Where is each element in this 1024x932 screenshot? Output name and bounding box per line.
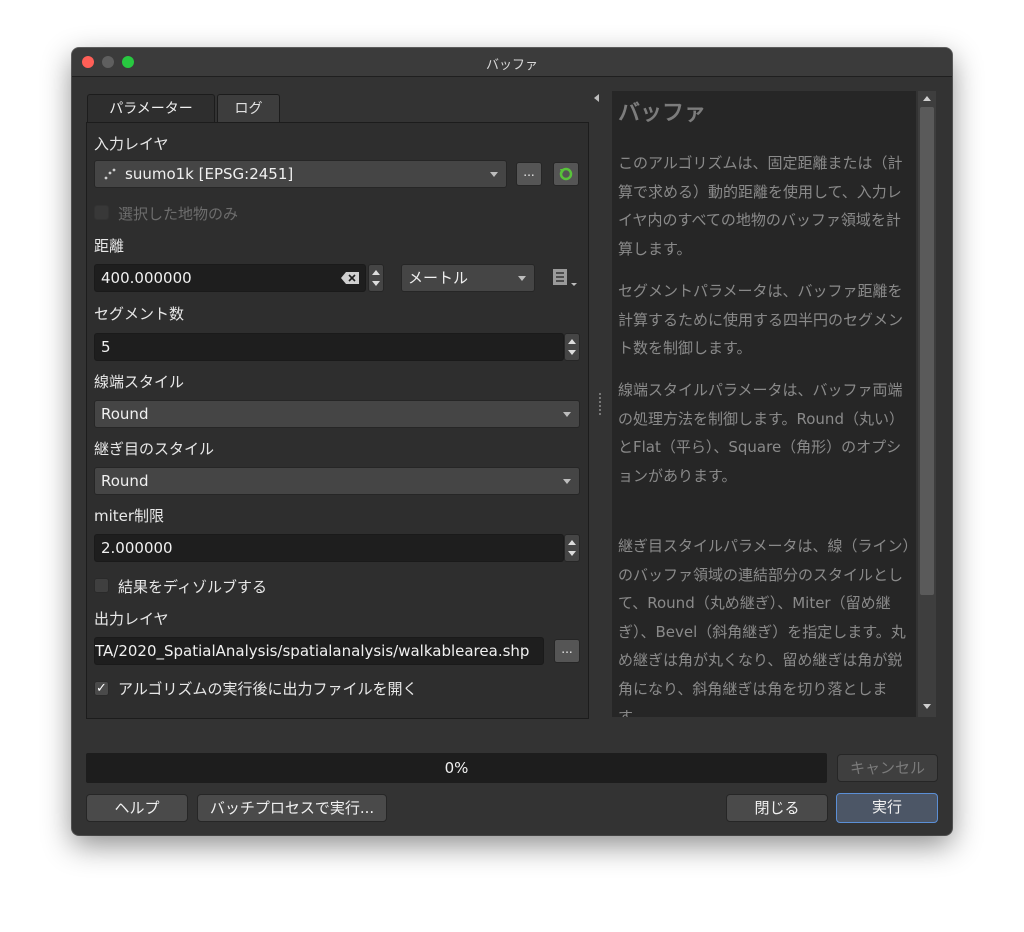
end-cap-style-label: 線端スタイル bbox=[94, 373, 185, 391]
clear-icon[interactable] bbox=[341, 272, 359, 284]
scroll-up-icon[interactable] bbox=[923, 96, 931, 101]
help-panel: バッファ このアルゴリズムは、固定距離または（計算で求める）動的距離を使用して、… bbox=[612, 91, 916, 717]
segments-label: セグメント数 bbox=[94, 305, 185, 323]
distance-stepper[interactable] bbox=[368, 264, 384, 292]
output-layer-input[interactable]: TA/2020_SpatialAnalysis/spatialanalysis/… bbox=[94, 637, 544, 665]
end-cap-style-value: Round bbox=[101, 405, 149, 423]
scroll-down-icon[interactable] bbox=[923, 704, 931, 709]
chevron-down-icon bbox=[490, 172, 498, 177]
step-down-icon[interactable] bbox=[372, 281, 380, 286]
output-layer-label: 出力レイヤ bbox=[94, 610, 169, 628]
step-down-icon[interactable] bbox=[568, 350, 576, 355]
help-scrollbar[interactable] bbox=[918, 91, 936, 717]
end-cap-style-combo[interactable]: Round bbox=[94, 400, 580, 428]
distance-input[interactable]: 400.000000 bbox=[94, 264, 366, 292]
window-title: バッファ bbox=[485, 58, 538, 73]
dissolve-label: 結果をディゾルブする bbox=[118, 578, 267, 596]
selected-only-label: 選択した地物のみ bbox=[118, 205, 239, 223]
distance-value: 400.000000 bbox=[101, 269, 192, 287]
input-layer-browse-button[interactable]: ... bbox=[516, 162, 542, 186]
help-title: バッファ bbox=[618, 101, 707, 126]
help-paragraph: 継ぎ目スタイルパラメータは、線（ライン）のバッファ領域の連結部分のスタイルとして… bbox=[618, 537, 911, 717]
tab-log[interactable]: ログ bbox=[217, 94, 280, 123]
segments-value: 5 bbox=[101, 338, 111, 356]
distance-unit-combo[interactable]: メートル bbox=[401, 264, 535, 292]
step-down-icon[interactable] bbox=[568, 551, 576, 556]
close-button[interactable]: 閉じる bbox=[726, 794, 828, 822]
run-button[interactable]: 実行 bbox=[836, 793, 938, 823]
distance-label: 距離 bbox=[94, 237, 125, 255]
step-up-icon[interactable] bbox=[568, 540, 576, 545]
step-up-icon[interactable] bbox=[568, 339, 576, 344]
buffer-dialog: バッファ パラメーター ログ 入力レイヤ suumo1k [EPSG:2451]… bbox=[72, 48, 952, 835]
step-up-icon[interactable] bbox=[372, 270, 380, 275]
input-layer-label: 入力レイヤ bbox=[94, 135, 169, 153]
help-paragraph: このアルゴリズムは、固定距離または（計算で求める）動的距離を使用して、入力レイヤ… bbox=[618, 154, 903, 258]
miter-limit-stepper[interactable] bbox=[564, 534, 580, 562]
progress-bar: 0% bbox=[86, 753, 827, 783]
batch-process-button[interactable]: バッチプロセスで実行... bbox=[197, 794, 387, 822]
chevron-down-icon bbox=[563, 412, 571, 417]
data-defined-override-icon[interactable] bbox=[550, 267, 580, 289]
segments-input[interactable]: 5 bbox=[94, 333, 564, 361]
selected-only-checkbox[interactable] bbox=[94, 205, 109, 220]
cancel-button[interactable]: キャンセル bbox=[837, 754, 938, 782]
refresh-icon bbox=[559, 167, 573, 181]
input-layer-combo[interactable]: suumo1k [EPSG:2451] bbox=[94, 160, 507, 188]
splitter-handle[interactable] bbox=[599, 393, 603, 415]
chevron-down-icon bbox=[518, 276, 526, 281]
output-layer-value: TA/2020_SpatialAnalysis/spatialanalysis/… bbox=[95, 642, 530, 660]
join-style-value: Round bbox=[101, 472, 149, 490]
iterate-toggle-button[interactable] bbox=[553, 162, 579, 186]
miter-limit-label: miter制限 bbox=[94, 507, 165, 525]
tab-parameters[interactable]: パラメーター bbox=[87, 94, 215, 123]
join-style-label: 継ぎ目のスタイル bbox=[94, 440, 215, 458]
segments-stepper[interactable] bbox=[564, 333, 580, 361]
help-button[interactable]: ヘルプ bbox=[86, 794, 188, 822]
collapse-help-icon[interactable] bbox=[594, 94, 599, 102]
output-browse-button[interactable]: ... bbox=[554, 639, 580, 663]
dissolve-checkbox[interactable] bbox=[94, 578, 109, 593]
open-output-label: アルゴリズムの実行後に出力ファイルを開く bbox=[118, 680, 418, 698]
join-style-combo[interactable]: Round bbox=[94, 467, 580, 495]
progress-text: 0% bbox=[444, 759, 469, 777]
title-bar[interactable]: バッファ bbox=[72, 48, 952, 77]
open-output-checkbox[interactable]: ✓ bbox=[94, 681, 109, 696]
distance-unit-value: メートル bbox=[408, 269, 469, 287]
miter-limit-value: 2.000000 bbox=[101, 539, 173, 557]
help-paragraph: 線端スタイルパラメータは、バッファ両端の処理方法を制御します。Round（丸い）… bbox=[618, 381, 904, 485]
miter-limit-input[interactable]: 2.000000 bbox=[94, 534, 564, 562]
chevron-down-icon bbox=[563, 479, 571, 484]
scrollbar-thumb[interactable] bbox=[920, 107, 934, 595]
point-layer-icon bbox=[104, 168, 116, 180]
input-layer-value: suumo1k [EPSG:2451] bbox=[125, 165, 294, 183]
help-paragraph: セグメントパラメータは、バッファ距離を計算するために使用する四半円のセグメント数… bbox=[618, 282, 904, 357]
